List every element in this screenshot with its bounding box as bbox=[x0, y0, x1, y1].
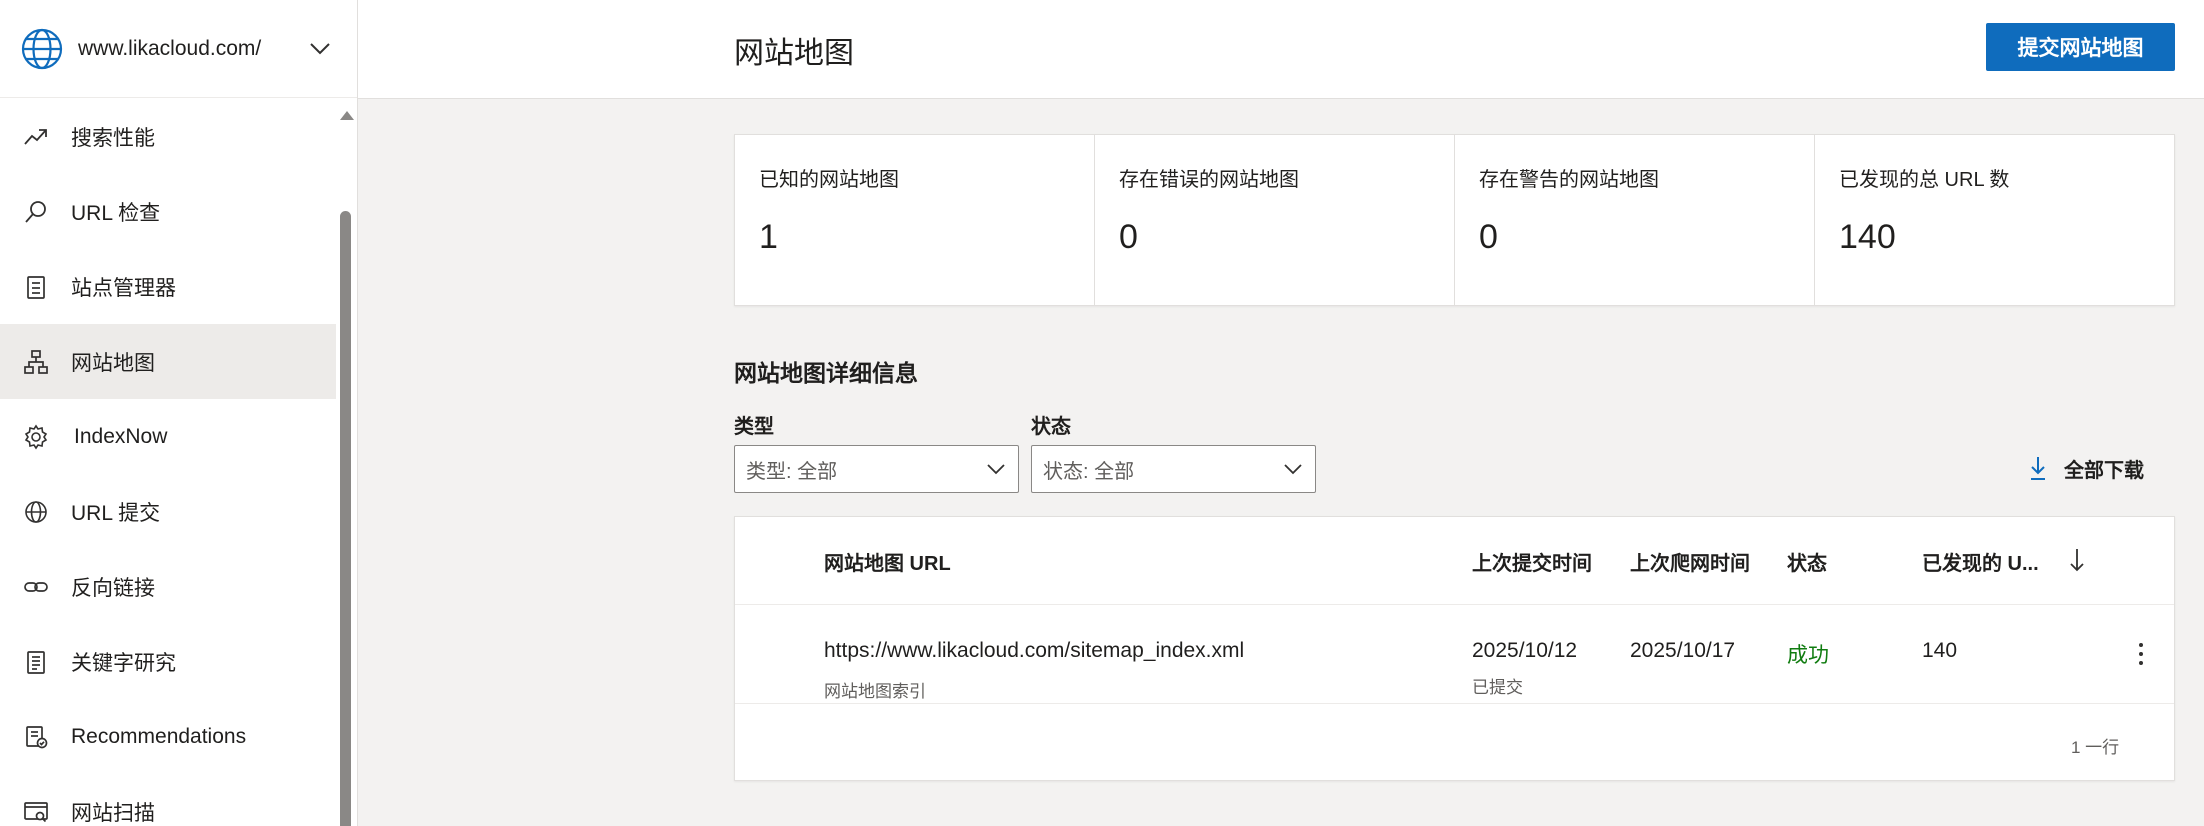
status-filter-dropdown[interactable]: 状态: 全部 bbox=[1031, 445, 1316, 493]
site-url: www.likacloud.com/ bbox=[78, 36, 262, 60]
trend-up-icon bbox=[22, 123, 50, 151]
sidebar-item-url-inspection[interactable]: URL 检查 bbox=[0, 174, 336, 249]
sitemap-icon bbox=[22, 348, 50, 376]
clipboard-list-icon bbox=[22, 273, 50, 301]
stats-summary: 已知的网站地图 1 存在错误的网站地图 0 存在警告的网站地图 0 已发现的总 … bbox=[734, 134, 2175, 306]
type-filter-value: 类型: 全部 bbox=[746, 460, 838, 483]
sort-arrow-down-icon[interactable] bbox=[2067, 545, 2087, 575]
column-header-status[interactable]: 状态 bbox=[1787, 547, 1827, 576]
sidebar-item-label: Recommendations bbox=[71, 724, 247, 748]
chevron-down-icon[interactable] bbox=[305, 34, 335, 64]
stat-label: 存在错误的网站地图 bbox=[1119, 169, 1299, 191]
stat-warning-sitemaps: 存在警告的网站地图 0 bbox=[1455, 135, 1815, 305]
sidebar-item-url-submission[interactable]: URL 提交 bbox=[0, 474, 336, 549]
sidebar-item-label: 反向链接 bbox=[71, 576, 155, 600]
stat-value: 140 bbox=[1839, 218, 1896, 256]
link-icon bbox=[22, 573, 50, 601]
sidebar-item-backlinks[interactable]: 反向链接 bbox=[0, 549, 336, 624]
download-all-button[interactable]: 全部下载 bbox=[2026, 453, 2144, 483]
table-row[interactable]: https://www.likacloud.com/sitemap_index.… bbox=[735, 605, 2174, 704]
chevron-down-icon bbox=[984, 457, 1008, 481]
sidebar-item-label: 网站地图 bbox=[71, 351, 155, 375]
stat-label: 存在警告的网站地图 bbox=[1479, 169, 1659, 191]
sidebar-item-label: 站点管理器 bbox=[71, 276, 176, 300]
status-filter-label: 状态 bbox=[1031, 416, 1071, 438]
sidebar-item-recommendations[interactable]: Recommendations bbox=[0, 699, 336, 774]
stat-error-sitemaps: 存在错误的网站地图 0 bbox=[1095, 135, 1455, 305]
site-selector[interactable]: www.likacloud.com/ bbox=[0, 0, 357, 98]
column-header-last-crawled[interactable]: 上次爬网时间 bbox=[1630, 547, 1750, 576]
sidebar-item-site-explorer[interactable]: 站点管理器 bbox=[0, 249, 336, 324]
status-filter-value: 状态: 全部 bbox=[1043, 460, 1135, 483]
column-header-last-submitted[interactable]: 上次提交时间 bbox=[1472, 547, 1592, 576]
sitemaps-table: 网站地图 URL 上次提交时间 上次爬网时间 状态 已发现的 U... http… bbox=[734, 516, 2175, 781]
scrollbar-thumb[interactable] bbox=[340, 211, 351, 826]
download-all-label: 全部下载 bbox=[2064, 459, 2144, 482]
type-filter-label: 类型 bbox=[734, 416, 774, 438]
column-header-url[interactable]: 网站地图 URL bbox=[824, 547, 951, 576]
sidebar-item-label: 关键字研究 bbox=[71, 651, 176, 675]
section-title: 网站地图详细信息 bbox=[734, 360, 918, 386]
chevron-down-icon bbox=[1281, 457, 1305, 481]
sidebar-item-label: IndexNow bbox=[74, 424, 168, 448]
globe-icon bbox=[20, 27, 64, 71]
discovered-url-count: 140 bbox=[1922, 639, 1958, 662]
sidebar-item-label: 网站扫描 bbox=[71, 801, 155, 825]
document-check-icon bbox=[22, 723, 50, 751]
stat-value: 0 bbox=[1119, 218, 1138, 256]
sidebar-item-indexnow[interactable]: IndexNow bbox=[0, 399, 336, 474]
table-header: 网站地图 URL 上次提交时间 上次爬网时间 状态 已发现的 U... bbox=[735, 517, 2174, 605]
type-filter-dropdown[interactable]: 类型: 全部 bbox=[734, 445, 1019, 493]
submitted-note: 已提交 bbox=[1472, 678, 1523, 697]
last-crawled-date: 2025/10/17 bbox=[1630, 639, 1736, 662]
stat-label: 已发现的总 URL 数 bbox=[1839, 169, 2010, 191]
sidebar-item-site-scan[interactable]: 网站扫描 bbox=[0, 774, 336, 826]
globe-icon bbox=[22, 498, 50, 526]
sidebar-nav: 搜索性能 URL 检查 站点管理器 网站地图 IndexNow URL 提交 反… bbox=[0, 99, 336, 826]
sidebar-item-label: URL 检查 bbox=[71, 201, 161, 225]
sitemap-url[interactable]: https://www.likacloud.com/sitemap_index.… bbox=[824, 639, 1244, 663]
gear-icon bbox=[22, 423, 50, 451]
sidebar-item-label: URL 提交 bbox=[71, 501, 161, 525]
sidebar-item-label: 搜索性能 bbox=[71, 126, 155, 150]
document-list-icon bbox=[22, 648, 50, 676]
status-badge: 成功 bbox=[1787, 644, 1829, 667]
page-title: 网站地图 bbox=[734, 37, 854, 70]
stat-value: 0 bbox=[1479, 218, 1498, 256]
search-icon bbox=[22, 198, 50, 226]
column-header-discovered-urls[interactable]: 已发现的 U... bbox=[1922, 547, 2039, 576]
sidebar-scrollbar[interactable] bbox=[336, 99, 358, 826]
stat-value: 1 bbox=[759, 218, 778, 256]
scroll-up-arrow-icon[interactable] bbox=[340, 111, 354, 120]
more-options-icon[interactable] bbox=[2131, 639, 2151, 669]
sidebar-item-sitemaps[interactable]: 网站地图 bbox=[0, 324, 336, 399]
stat-label: 已知的网站地图 bbox=[759, 169, 899, 191]
last-submitted-date: 2025/10/12 bbox=[1472, 639, 1578, 662]
page-header: 网站地图 提交网站地图 bbox=[358, 0, 2204, 99]
download-icon bbox=[2026, 453, 2050, 483]
stat-known-sitemaps: 已知的网站地图 1 bbox=[735, 135, 1095, 305]
sidebar: www.likacloud.com/ 搜索性能 URL 检查 站点管理器 网站地… bbox=[0, 0, 358, 826]
submit-sitemap-button[interactable]: 提交网站地图 bbox=[1986, 23, 2175, 71]
sitemap-type: 网站地图索引 bbox=[824, 682, 926, 701]
window-scan-icon bbox=[22, 798, 50, 826]
sidebar-item-keyword-research[interactable]: 关键字研究 bbox=[0, 624, 336, 699]
stat-total-urls: 已发现的总 URL 数 140 bbox=[1815, 135, 2174, 305]
row-count: 1 一行 bbox=[2071, 738, 2120, 757]
sidebar-item-search-performance[interactable]: 搜索性能 bbox=[0, 99, 336, 174]
